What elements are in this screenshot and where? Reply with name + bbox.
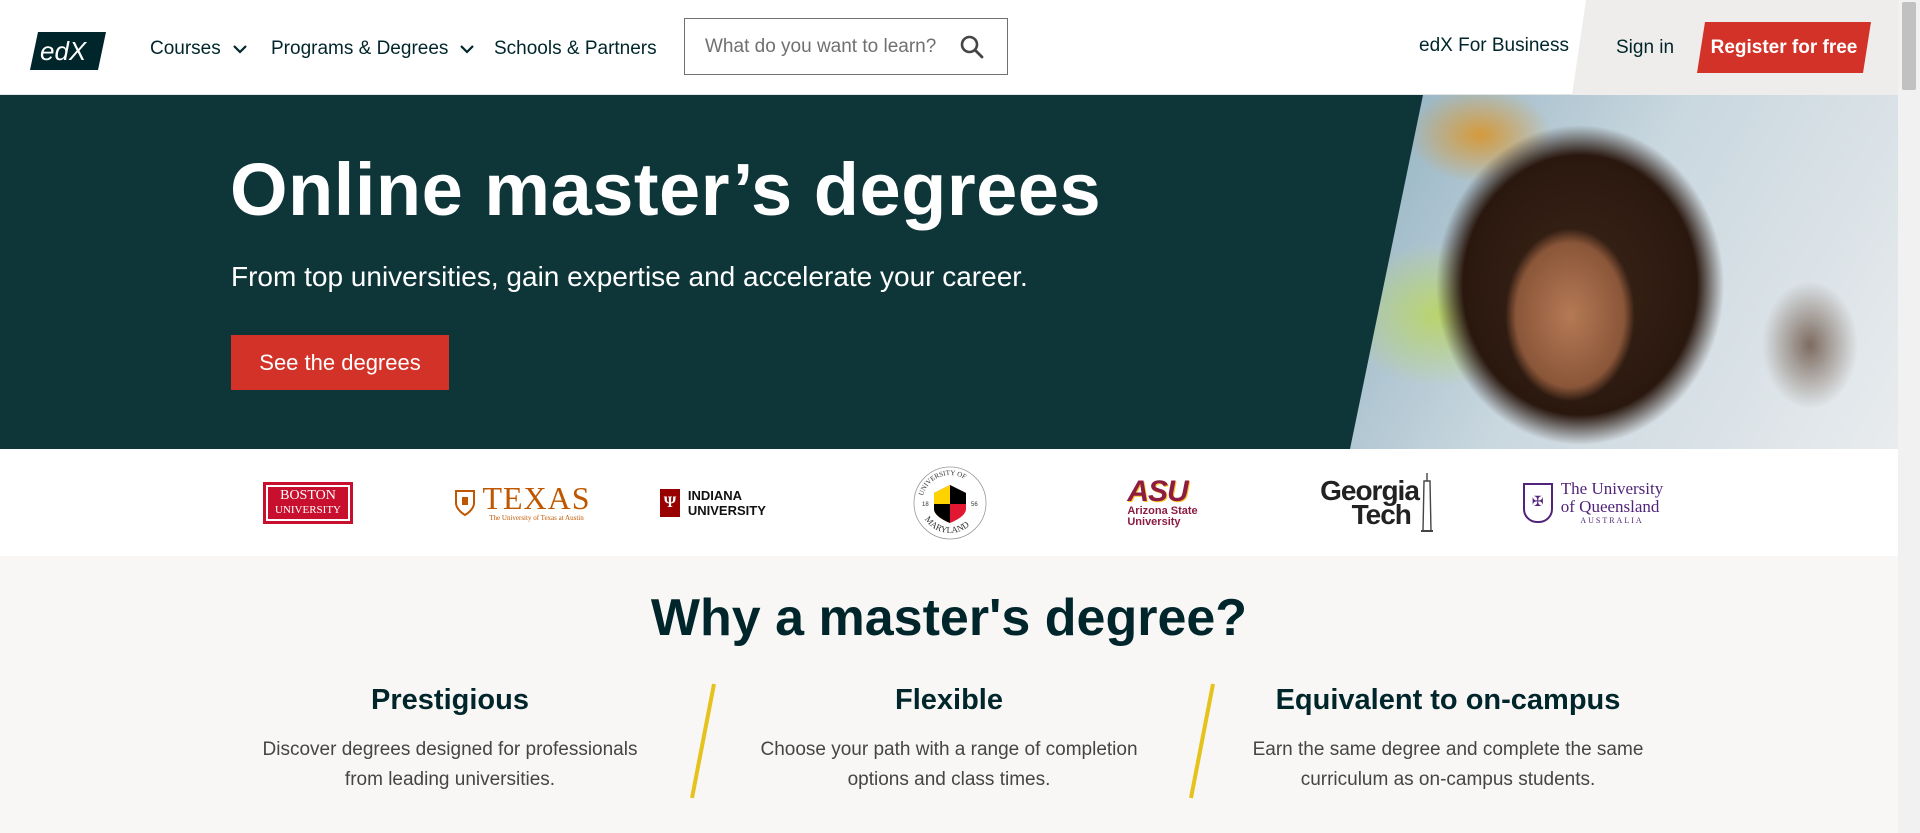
why-masters-section: Why a master's degree? Prestigious Disco… [0,556,1898,833]
svg-text:56: 56 [971,502,978,508]
benefit-prestigious: Prestigious Discover degrees designed fo… [250,684,650,795]
asu-mark: ASU [1127,474,1188,508]
benefit-text: Discover degrees designed for profession… [262,739,638,790]
benefit-heading: Prestigious [371,684,529,716]
yellow-slash-divider [690,683,716,799]
indiana-university-logo[interactable]: Ψ INDIANA UNIVERSITY [660,449,810,556]
hero-banner: Online master’s degrees From top univers… [0,95,1898,449]
boston-university-logo[interactable]: BOSTON UNIVERSITY [262,449,354,556]
hero-photo [1350,95,1898,449]
georgia-tech-logo[interactable]: Georgia Tech [1305,449,1450,556]
asu-line2: University [1127,515,1181,528]
benefit-flexible: Flexible Choose your path with a range o… [749,684,1149,795]
hero-subtitle: From top universities, gain expertise an… [231,261,1028,292]
bu-line2: UNIVERSITY [275,503,341,516]
site-header: edX Courses Programs & Degrees Schools &… [0,0,1898,95]
benefit-text: Choose your path with a range of complet… [760,739,1138,790]
asu-line1: Arizona State [1127,504,1198,517]
benefit-equivalent: Equivalent to on-campus Earn the same de… [1248,684,1648,795]
iu-trident-icon: Ψ [660,488,680,517]
search-box[interactable] [684,18,1008,75]
svg-text:edX: edX [40,36,88,66]
uq-line2: of Queensland [1560,497,1660,516]
see-degrees-button[interactable]: See the degrees [231,335,449,390]
maryland-seal-icon: UNIVERSITY OF MARYLAND 18 56 [913,466,987,539]
hero-title: Online master’s degrees [230,148,1102,231]
edx-logo[interactable]: edX [30,30,106,72]
search-input[interactable] [705,35,955,58]
asu-logo[interactable]: ASU Arizona State University [1125,449,1200,556]
ut-shield-icon [455,489,476,516]
page-scrollbar[interactable] [1898,0,1920,833]
scrollbar-thumb[interactable] [1902,2,1916,90]
yellow-slash-divider [1189,683,1215,799]
edx-for-business-link[interactable]: edX For Business [1419,35,1569,57]
partner-logos: BOSTON UNIVERSITY TEXAS The University o… [0,449,1898,556]
nav-programs-label: Programs & Degrees [271,38,449,59]
ut-austin-logo[interactable]: TEXAS The University of Texas at Austin [450,449,595,556]
bu-line1: BOSTON [280,487,336,503]
register-button[interactable]: Register for free [1697,22,1871,73]
why-section-title: Why a master's degree? [650,589,1248,647]
nav-schools-label: Schools & Partners [494,38,657,59]
texas-sub: The University of Texas at Austin [489,514,584,522]
benefit-heading: Flexible [895,684,1003,716]
benefit-heading: Equivalent to on-campus [1275,684,1621,716]
chevron-down-icon [460,45,475,54]
uq-line3: AUSTRALIA [1580,516,1644,525]
benefit-text: Earn the same degree and complete the sa… [1252,739,1644,790]
nav-courses[interactable]: Courses [150,38,249,60]
uq-crest-icon: ✠ [1522,482,1553,523]
sign-in-link[interactable]: Sign in [1616,37,1674,59]
uq-logo[interactable]: ✠ The University of Queensland AUSTRALIA [1513,449,1673,556]
chevron-down-icon [232,45,247,54]
maryland-logo[interactable]: UNIVERSITY OF MARYLAND 18 56 [910,449,990,556]
svg-text:18: 18 [922,502,929,508]
texas-word: TEXAS [482,480,591,516]
uq-line1: The University [1560,479,1664,498]
tech-tower-icon [1420,472,1433,532]
nav-courses-label: Courses [150,38,221,59]
search-icon[interactable] [959,34,985,60]
iu-name: INDIANA UNIVERSITY [687,487,766,518]
nav-schools-partners[interactable]: Schools & Partners [494,38,657,60]
nav-programs-degrees[interactable]: Programs & Degrees [271,38,476,60]
gt-line2: Tech [1351,498,1412,530]
